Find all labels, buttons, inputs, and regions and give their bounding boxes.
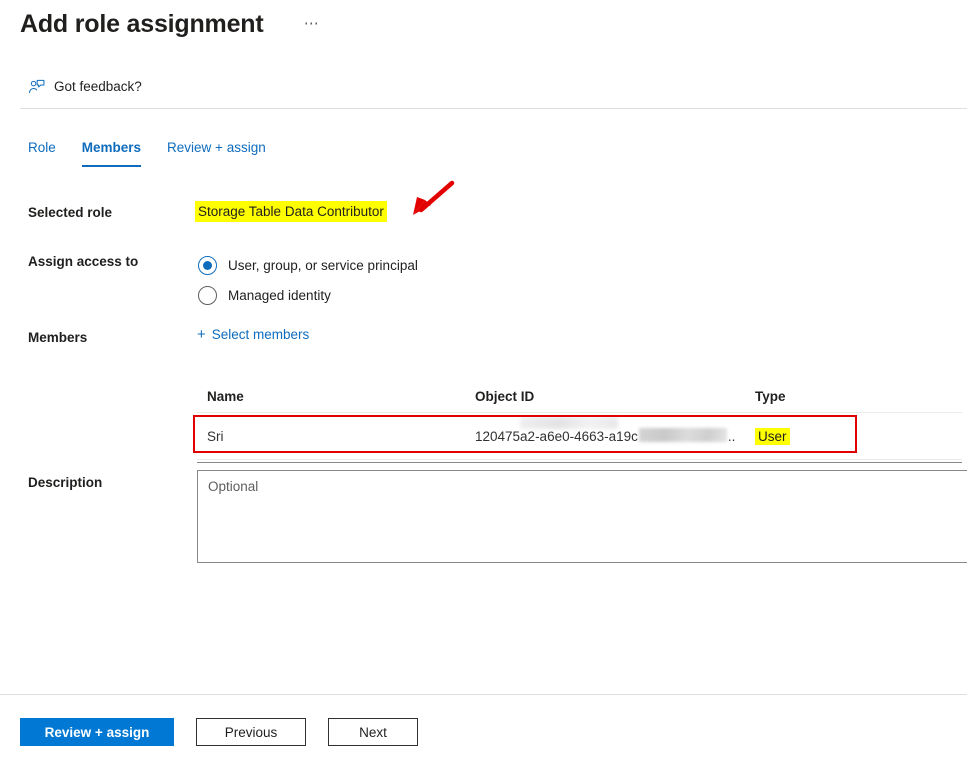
cell-object-id: 120475a2-a6e0-4663-a19c.. <box>475 428 755 444</box>
wizard-tabs: Role Members Review + assign <box>28 138 266 167</box>
selected-role-label: Selected role <box>28 205 113 220</box>
column-header-type: Type <box>755 388 786 404</box>
radio-mark-icon <box>198 285 217 305</box>
table-header-row: Name Object ID Type <box>197 380 962 413</box>
header-divider <box>20 108 967 109</box>
member-type-value: User <box>755 427 790 445</box>
column-header-name: Name <box>207 388 244 404</box>
cell-name: Sri <box>207 428 224 444</box>
select-members-label: Select members <box>211 327 310 342</box>
object-id-truncation: .. <box>727 428 736 444</box>
radio-user-group-service-principal[interactable]: User, group, or service principal <box>198 250 418 280</box>
red-arrow-annotation-icon <box>405 180 457 220</box>
radio-label-managed-identity: Managed identity <box>228 287 331 303</box>
radio-label-user-group-service-principal: User, group, or service principal <box>228 257 418 273</box>
page-title: Add role assignment <box>20 10 264 38</box>
description-input[interactable] <box>197 470 967 563</box>
select-members-button[interactable]: + Select members <box>197 327 309 342</box>
tab-members[interactable]: Members <box>81 138 142 167</box>
footer-actions: Review + assign Previous Next <box>20 718 418 746</box>
footer-divider <box>0 694 967 695</box>
object-id-visible-text: 120475a2-a6e0-4663-a19c <box>475 428 638 444</box>
assign-access-to-label: Assign access to <box>28 254 139 269</box>
assign-access-radio-group: User, group, or service principal Manage… <box>198 250 418 310</box>
got-feedback-link[interactable]: Got feedback? <box>28 78 142 96</box>
table-bottom-rule <box>197 462 962 463</box>
radio-mark-icon <box>198 255 217 275</box>
members-label: Members <box>28 330 88 345</box>
next-button[interactable]: Next <box>328 718 418 746</box>
cell-type: User <box>755 427 952 445</box>
tab-role[interactable]: Role <box>28 138 56 167</box>
previous-button[interactable]: Previous <box>196 718 306 746</box>
description-label: Description <box>28 475 103 490</box>
selected-role-value: Storage Table Data Contributor <box>195 201 387 222</box>
radio-managed-identity[interactable]: Managed identity <box>198 280 418 310</box>
more-options-icon[interactable]: ⋯ <box>301 14 323 34</box>
review-and-assign-button[interactable]: Review + assign <box>20 718 174 746</box>
column-header-object-id: Object ID <box>475 388 535 404</box>
tab-review-assign[interactable]: Review + assign <box>167 138 266 167</box>
plus-icon: + <box>197 326 206 343</box>
table-row[interactable]: Sri 120475a2-a6e0-4663-a19c.. User <box>197 413 962 460</box>
got-feedback-label: Got feedback? <box>54 79 142 94</box>
members-table: Name Object ID Type Sri 120475a2-a6e0-46… <box>197 380 962 463</box>
feedback-person-icon <box>28 78 46 96</box>
object-id-redaction-block <box>638 428 727 442</box>
